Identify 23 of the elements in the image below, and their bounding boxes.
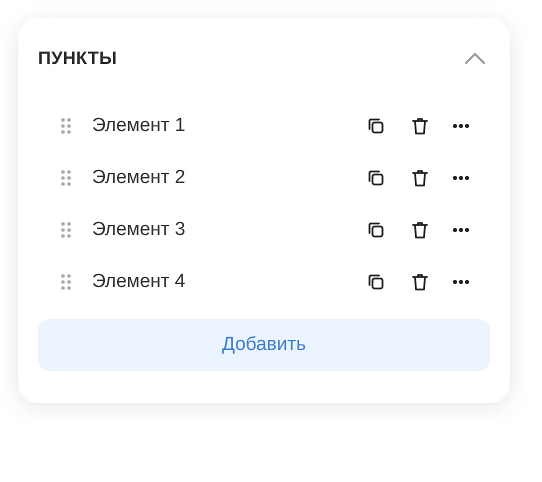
trash-icon[interactable]	[410, 116, 430, 136]
add-button[interactable]: Добавить	[38, 319, 490, 371]
item-label: Элемент 4	[92, 271, 186, 293]
more-icon[interactable]	[452, 175, 470, 181]
trash-icon[interactable]	[410, 220, 430, 240]
copy-icon[interactable]	[366, 220, 386, 240]
more-icon[interactable]	[452, 123, 470, 129]
item-label: Элемент 2	[92, 167, 186, 189]
more-icon[interactable]	[452, 279, 470, 285]
item-label: Элемент 1	[92, 115, 186, 137]
drag-handle-icon[interactable]	[60, 273, 72, 291]
drag-handle-icon[interactable]	[60, 117, 72, 135]
chevron-icon[interactable]	[464, 51, 486, 65]
section-title: ПУНКТЫ	[38, 48, 117, 68]
item-label: Элемент 3	[92, 219, 186, 241]
trash-icon[interactable]	[410, 168, 430, 188]
copy-icon[interactable]	[366, 272, 386, 292]
copy-icon[interactable]	[366, 116, 386, 136]
drag-handle-icon[interactable]	[60, 169, 72, 187]
trash-icon[interactable]	[410, 272, 430, 292]
drag-handle-icon[interactable]	[60, 221, 72, 239]
copy-icon[interactable]	[366, 168, 386, 188]
more-icon[interactable]	[452, 227, 470, 233]
